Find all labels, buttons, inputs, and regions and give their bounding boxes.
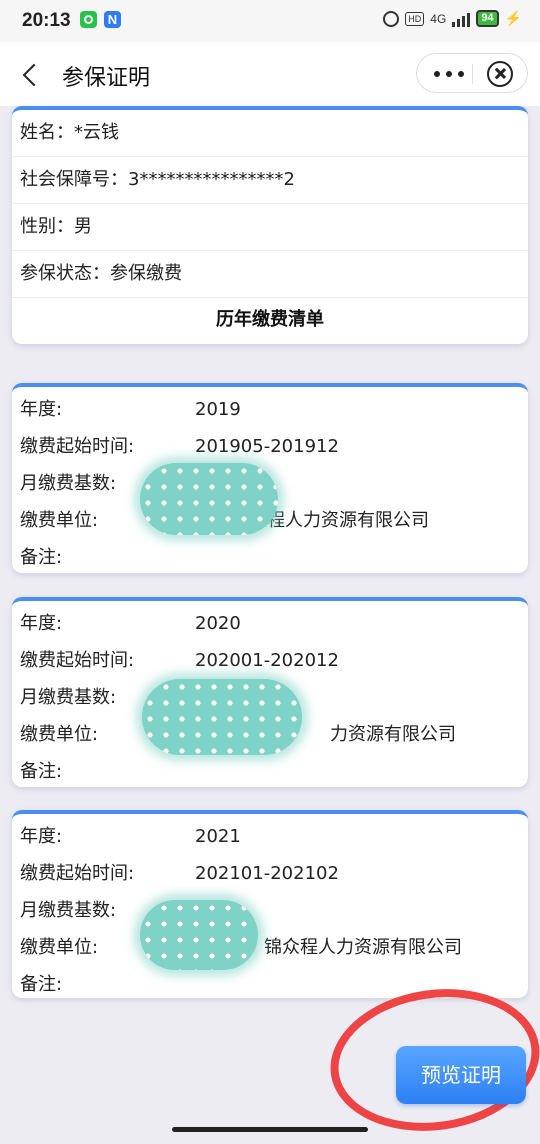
preview-certificate-button[interactable]: 预览证明 bbox=[396, 1046, 526, 1104]
status-value: 参保缴费 bbox=[110, 263, 182, 284]
year-label: 年度: bbox=[20, 826, 63, 847]
payment-record-card: 年度: 2020 缴费起始时间: 202001-202012 月缴费基数: 缴费… bbox=[12, 597, 528, 787]
home-indicator[interactable] bbox=[172, 1127, 368, 1132]
status-indicators: HD 4G 94 ⚡ bbox=[383, 10, 522, 27]
record-remark-row: 备注: bbox=[12, 753, 528, 787]
hd-icon: HD bbox=[405, 11, 425, 26]
record-period-row: 缴费起始时间: 202001-202012 bbox=[12, 642, 528, 679]
remark-label: 备注: bbox=[20, 547, 63, 568]
record-unit-row: 缴费单位: 锦众程人力资源有限公司 bbox=[12, 929, 528, 966]
remark-label: 备注: bbox=[20, 761, 63, 782]
unit-label: 缴费单位: bbox=[20, 937, 99, 958]
payment-record-card: 年度: 2021 缴费起始时间: 202101-202102 月缴费基数: 48… bbox=[12, 810, 528, 998]
n-app-notification-icon: N bbox=[104, 11, 121, 28]
record-base-row: 月缴费基数: 4800 bbox=[12, 892, 528, 929]
period-value: 202101-202102 bbox=[195, 863, 339, 884]
status-time: 20:13 bbox=[22, 10, 71, 31]
info-row-name: 姓名：*云钱 bbox=[12, 110, 528, 157]
period-value: 202001-202012 bbox=[195, 650, 339, 671]
gender-value: 男 bbox=[74, 216, 92, 237]
page-title: 参保证明 bbox=[62, 66, 151, 91]
period-label: 缴费起始时间: bbox=[20, 650, 135, 671]
record-year-row: 年度: 2019 bbox=[12, 391, 528, 428]
payment-list-title: 历年缴费清单 bbox=[216, 309, 324, 330]
unit-label: 缴费单位: bbox=[20, 724, 99, 745]
info-row-ssn: 社会保障号：3****************2 bbox=[12, 157, 528, 204]
info-row-gender: 性别：男 bbox=[12, 204, 528, 251]
year-label: 年度: bbox=[20, 399, 63, 420]
year-value: 2019 bbox=[195, 399, 241, 420]
alarm-icon bbox=[383, 10, 400, 27]
record-year-row: 年度: 2020 bbox=[12, 605, 528, 642]
base-label: 月缴费基数: bbox=[20, 687, 117, 708]
record-year-row: 年度: 2021 bbox=[12, 818, 528, 855]
redaction-overlay bbox=[140, 463, 278, 535]
record-remark-row: 备注: bbox=[12, 539, 528, 573]
name-value: *云钱 bbox=[74, 122, 119, 143]
status-bar: 20:13 N HD 4G 94 ⚡ bbox=[0, 0, 540, 42]
record-period-row: 缴费起始时间: 201905-201912 bbox=[12, 428, 528, 465]
remark-label: 备注: bbox=[20, 974, 63, 995]
year-value: 2020 bbox=[195, 613, 241, 634]
app-notification-icon bbox=[80, 11, 97, 28]
redaction-overlay bbox=[142, 679, 302, 755]
back-button[interactable] bbox=[14, 54, 50, 94]
unit-label: 缴费单位: bbox=[20, 510, 99, 531]
more-options-button[interactable] bbox=[431, 62, 467, 84]
unit-value: 力资源有限公司 bbox=[330, 724, 456, 745]
year-value: 2021 bbox=[195, 826, 241, 847]
network-type: 4G bbox=[430, 11, 447, 26]
base-label: 月缴费基数: bbox=[20, 473, 117, 494]
period-label: 缴费起始时间: bbox=[20, 863, 135, 884]
info-row-status: 参保状态：参保缴费 bbox=[12, 251, 528, 298]
ssn-label: 社会保障号： bbox=[20, 169, 128, 190]
period-label: 缴费起始时间: bbox=[20, 436, 135, 457]
close-mini-program-button[interactable] bbox=[487, 61, 513, 87]
ssn-value: 3****************2 bbox=[128, 169, 295, 190]
signal-icon bbox=[452, 11, 471, 27]
capsule-divider bbox=[472, 64, 473, 84]
record-period-row: 缴费起始时间: 202101-202102 bbox=[12, 855, 528, 892]
year-label: 年度: bbox=[20, 613, 63, 634]
nav-bar: 参保证明 bbox=[0, 42, 540, 106]
status-label: 参保状态： bbox=[20, 263, 110, 284]
redaction-overlay bbox=[140, 900, 258, 970]
period-value: 201905-201912 bbox=[195, 436, 339, 457]
personal-info-card: 姓名：*云钱 社会保障号：3****************2 性别：男 参保状… bbox=[12, 106, 528, 344]
charging-icon: ⚡ bbox=[504, 10, 522, 26]
unit-value: 锦众程人力资源有限公司 bbox=[264, 937, 462, 958]
payment-record-card: 年度: 2019 缴费起始时间: 201905-201912 月缴费基数: 缴费… bbox=[12, 383, 528, 573]
base-label: 月缴费基数: bbox=[20, 900, 117, 921]
mini-program-capsule bbox=[416, 53, 528, 93]
battery-icon: 94 bbox=[476, 10, 499, 27]
gender-label: 性别： bbox=[20, 216, 74, 237]
name-label: 姓名： bbox=[20, 122, 74, 143]
